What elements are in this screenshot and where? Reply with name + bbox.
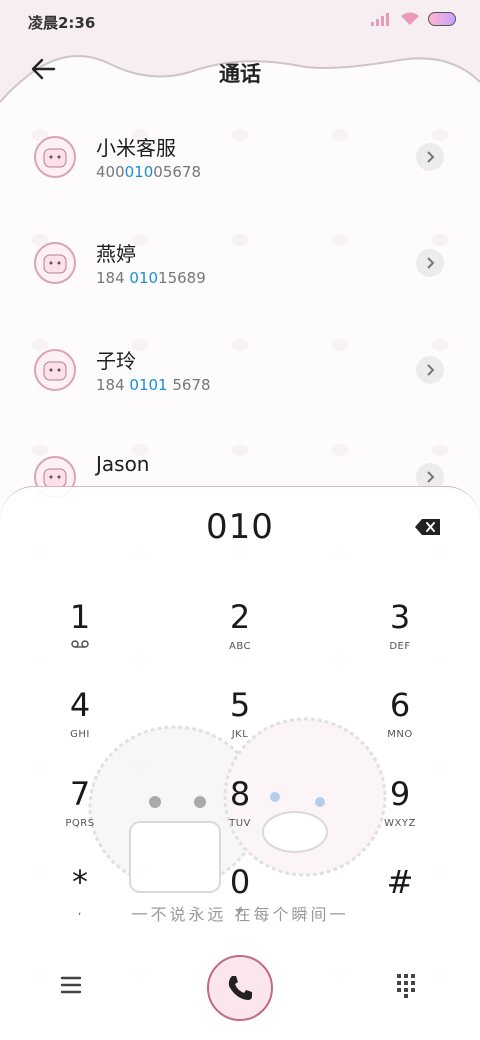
key-digit: 7: [69, 775, 91, 813]
header: 通话: [0, 44, 480, 114]
contact-name: Jason: [96, 452, 150, 476]
key-5[interactable]: 5 JKL: [180, 685, 300, 765]
key-digit: 9: [389, 775, 411, 813]
key-digit: 0: [229, 863, 251, 901]
dialer-bottom-bar: [0, 937, 480, 1040]
key-letters: GHI: [70, 729, 90, 740]
key-digit: 2: [229, 598, 251, 636]
contact-number: 184 01015689: [96, 269, 206, 287]
contact-number: 184 0101 5678: [96, 376, 211, 394]
key-8[interactable]: 8 TUV: [180, 774, 300, 854]
list-item[interactable]: 子玲 184 0101 5678: [0, 321, 480, 421]
key-7[interactable]: 7 PQRS: [20, 774, 140, 854]
key-letters: PQRS: [65, 818, 95, 829]
list-item[interactable]: 燕婷 184 01015689: [0, 214, 480, 314]
page-title: 通话: [219, 62, 261, 86]
key-letters: TUV: [229, 818, 251, 829]
key-letters: ABC: [228, 641, 251, 652]
avatar: [34, 349, 76, 391]
key-letters: DEF: [389, 641, 411, 652]
key-digit: 1: [69, 598, 91, 636]
key-6[interactable]: 6 MNO: [340, 685, 460, 765]
status-icons: [370, 12, 456, 26]
key-digit: #: [386, 863, 414, 901]
status-bar: 凌晨2:36: [0, 0, 480, 44]
call-button[interactable]: [207, 955, 273, 1021]
signal-icon: [371, 13, 389, 26]
key-4[interactable]: 4 GHI: [20, 685, 140, 765]
key-2[interactable]: 2 ABC: [180, 597, 300, 677]
backspace-button[interactable]: [414, 517, 442, 539]
cat-avatar-icon: [43, 254, 67, 274]
key-1[interactable]: 1: [20, 597, 140, 677]
status-time: 凌晨2:36: [28, 14, 96, 32]
key-letters: WXYZ: [384, 818, 416, 829]
avatar: [34, 242, 76, 284]
contact-detail-button[interactable]: [416, 143, 444, 171]
key-digit: 4: [69, 686, 91, 724]
chevron-right-icon: [427, 257, 435, 269]
menu-button[interactable]: [60, 975, 86, 997]
chevron-right-icon: [427, 151, 435, 163]
list-item[interactable]: 小米客服 40001005678: [0, 108, 480, 208]
contact-detail-button[interactable]: [416, 249, 444, 277]
key-digit: 8: [229, 775, 251, 813]
key-digit: 6: [389, 686, 411, 724]
key-digit: *: [72, 863, 88, 901]
cat-avatar-icon: [43, 361, 67, 381]
illustration-caption: 一不说永远 在每个瞬间一: [131, 905, 349, 924]
key-9[interactable]: 9 WXYZ: [340, 774, 460, 854]
key-letters: JKL: [231, 729, 249, 740]
backspace-icon: [415, 519, 440, 535]
wifi-icon: [401, 12, 419, 25]
phone-icon: [228, 976, 252, 1000]
keypad-toggle-button[interactable]: [396, 973, 418, 999]
key-digit: 5: [229, 686, 251, 724]
keypad-icon: [397, 974, 415, 998]
cat-avatar-icon: [43, 148, 67, 168]
menu-icon: [60, 976, 82, 994]
key-3[interactable]: 3 DEF: [340, 597, 460, 677]
key-digit: 3: [389, 598, 411, 636]
avatar: [34, 136, 76, 178]
contact-name: 小米客服: [96, 136, 176, 160]
chevron-right-icon: [427, 364, 435, 376]
contact-number: 40001005678: [96, 163, 201, 181]
chevron-right-icon: [427, 471, 435, 483]
key-letters: MNO: [387, 729, 413, 740]
contact-detail-button[interactable]: [416, 356, 444, 384]
dialer-panel: 010 1 2 ABC 3 DEF 4 GHI 5 JKL 6 MNO 7 PQ…: [0, 486, 480, 1040]
dialed-number: 010: [206, 507, 274, 547]
voicemail-icon: [71, 640, 89, 648]
battery-icon: [428, 12, 456, 26]
contact-name: 燕婷: [96, 242, 136, 266]
contact-name: 子玲: [96, 349, 136, 373]
